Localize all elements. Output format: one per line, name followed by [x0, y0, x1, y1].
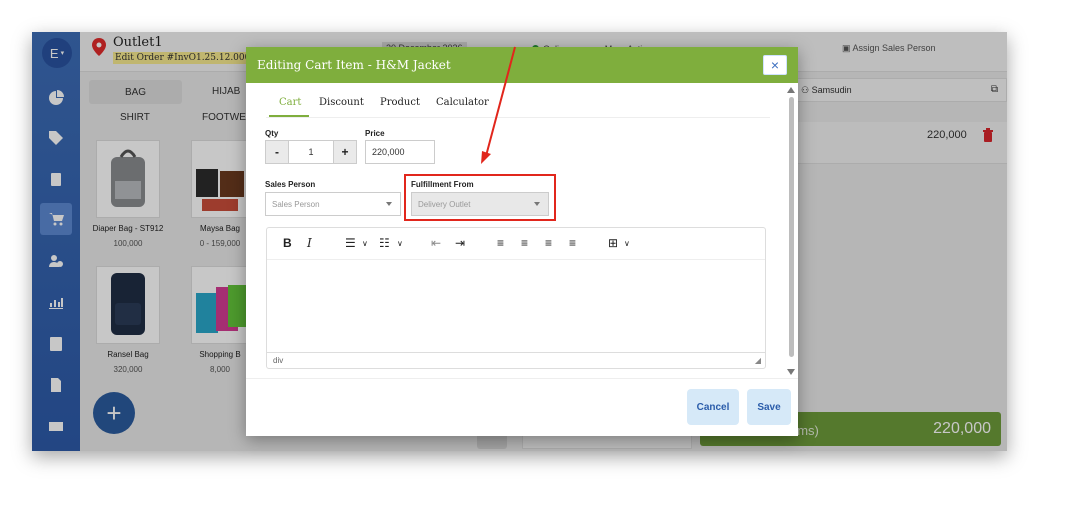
qty-increment-button[interactable]: +: [333, 140, 357, 164]
editor-toolbar: B I ☰ ∨ ☷ ∨ ⇤ ⇥ ≡ ≡ ≡ ≡ ⊞ ∨: [267, 228, 765, 260]
align-right-icon[interactable]: ≡: [545, 236, 552, 250]
chevron-down-icon[interactable]: ∨: [397, 239, 403, 248]
chevron-down-icon: [386, 202, 392, 206]
indent-icon[interactable]: ⇥: [455, 236, 465, 250]
table-icon[interactable]: ⊞: [608, 236, 618, 250]
justify-icon[interactable]: ≡: [569, 236, 576, 250]
tab-product[interactable]: Product: [380, 97, 420, 108]
tab-calculator[interactable]: Calculator: [436, 97, 489, 108]
footer-divider: [246, 378, 798, 379]
align-left-icon[interactable]: ≡: [497, 236, 504, 250]
element-path: div: [273, 356, 284, 365]
dialog-title: Editing Cart Item - H&M Jacket: [257, 58, 451, 72]
scroll-thumb[interactable]: [789, 97, 794, 357]
chevron-down-icon[interactable]: ∨: [362, 239, 368, 248]
annotation-highlight-box: [404, 174, 556, 221]
dialog-header: Editing Cart Item - H&M Jacket ×: [246, 47, 798, 83]
italic-icon[interactable]: I: [307, 236, 312, 250]
edit-cart-item-dialog: Editing Cart Item - H&M Jacket × Cart Di…: [246, 47, 798, 436]
qty-decrement-button[interactable]: -: [265, 140, 289, 164]
tab-discount[interactable]: Discount: [319, 97, 364, 108]
note-editor[interactable]: B I ☰ ∨ ☷ ∨ ⇤ ⇥ ≡ ≡ ≡ ≡ ⊞ ∨ div ◢: [266, 227, 766, 369]
qty-label: Qty: [265, 129, 279, 138]
price-label: Price: [365, 129, 385, 138]
qty-field[interactable]: 1: [289, 140, 333, 164]
outdent-icon[interactable]: ⇤: [431, 236, 441, 250]
scroll-down-icon[interactable]: [787, 369, 795, 375]
bullet-list-icon[interactable]: ☰: [345, 236, 356, 250]
chevron-down-icon[interactable]: ∨: [624, 239, 630, 248]
close-icon[interactable]: ×: [763, 55, 787, 75]
editor-statusbar: div ◢: [267, 352, 765, 368]
dialog-scrollbar[interactable]: [787, 87, 795, 377]
scroll-up-icon[interactable]: [787, 87, 795, 93]
save-button[interactable]: Save: [747, 389, 791, 425]
tabs-divider: [266, 117, 770, 118]
align-center-icon[interactable]: ≡: [521, 236, 528, 250]
tab-cart[interactable]: Cart: [279, 97, 301, 108]
cancel-button[interactable]: Cancel: [687, 389, 739, 425]
sales-person-select[interactable]: Sales Person: [265, 192, 401, 216]
numbered-list-icon[interactable]: ☷: [379, 236, 390, 250]
price-field[interactable]: 220,000: [365, 140, 435, 164]
bold-icon[interactable]: B: [283, 236, 292, 250]
sales-person-label: Sales Person: [265, 180, 316, 189]
resize-handle-icon[interactable]: ◢: [755, 356, 761, 365]
active-tab-indicator: [269, 115, 309, 117]
sales-person-placeholder: Sales Person: [272, 200, 320, 209]
